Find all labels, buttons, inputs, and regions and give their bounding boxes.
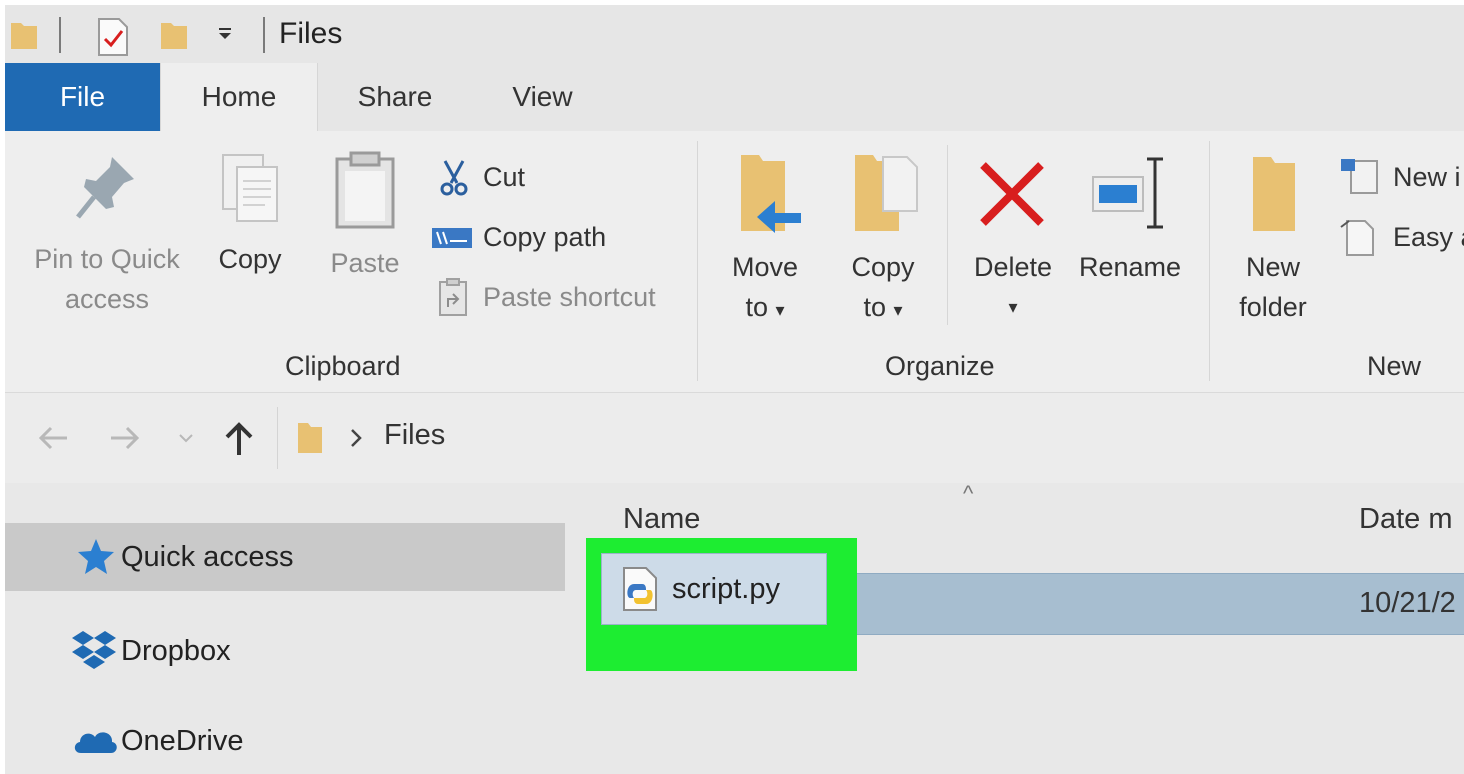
new-folder-icon [1253,157,1295,231]
navigation-bar: Files [5,393,1464,483]
ribbon-tabs: File Home Share View [5,63,1464,131]
back-arrow-icon[interactable] [35,423,71,453]
column-header-date-modified[interactable]: Date m [1359,503,1452,536]
paste-shortcut-button[interactable]: Paste shortcut [437,277,656,317]
easy-access-button[interactable]: Easy a [1339,217,1464,257]
group-label-organize: Organize [885,351,995,381]
file-date-modified: 10/21/2 [1359,587,1456,619]
chevron-down-icon: ▾ [893,300,903,320]
copy-icon [222,154,278,222]
window-title: Files [279,17,343,50]
pin-to-quick-access-button[interactable]: Pin to Quick access [19,151,195,319]
rename-icon [1092,157,1163,229]
onedrive-cloud-icon [74,732,117,753]
nav-item-dropbox[interactable]: Dropbox [5,617,565,685]
toolbar-separator [59,17,61,53]
delete-button[interactable]: Delete ▾ [961,151,1065,327]
file-name[interactable]: script.py [672,573,780,606]
tab-view[interactable]: View [485,63,600,131]
copy-to-icon [855,155,918,231]
folder-icon[interactable] [9,17,39,53]
column-header-name[interactable]: Name [623,503,700,536]
folder-icon [298,423,322,453]
nav-item-quick-access[interactable]: Quick access [5,523,565,591]
copy-path-icon [432,228,472,248]
cut-button[interactable]: Cut [437,157,525,197]
breadcrumb-files[interactable]: Files [384,419,445,452]
pin-icon [76,157,134,219]
new-folder-icon[interactable] [159,17,189,53]
ribbon-home: Pin to Quick access Copy Paste Cut Copy … [5,131,1464,393]
group-label-clipboard: Clipboard [285,351,401,381]
paste-shortcut-icon [439,278,467,316]
sort-ascending-icon: ^ [963,481,974,506]
chevron-down-icon: ▾ [1008,297,1018,317]
address-bar[interactable]: Files [277,407,1464,469]
dropbox-icon [72,631,116,669]
tab-share[interactable]: Share [335,63,455,131]
easy-access-icon [1340,220,1374,256]
table-row[interactable]: script.py [601,553,827,625]
paste-button[interactable]: Paste [323,151,407,283]
group-separator [1209,141,1210,381]
customize-toolbar-dropdown-icon[interactable] [217,27,233,41]
new-item-button[interactable]: New i [1339,157,1461,197]
paste-icon [335,151,395,229]
copy-to-button[interactable]: Copy to ▾ [833,151,933,330]
title-bar: Files [5,5,1464,63]
move-to-button[interactable]: Move to ▾ [715,151,815,330]
new-folder-button[interactable]: New folder [1223,151,1323,327]
navigation-pane: Quick access Dropbox OneDrive [5,483,571,774]
toolbar-separator [263,17,265,53]
copy-path-button[interactable]: Copy path [431,217,606,257]
tab-home[interactable]: Home [160,63,318,131]
python-file-icon [623,567,657,611]
delete-x-icon [980,162,1044,226]
up-arrow-icon[interactable] [221,419,257,457]
chevron-down-icon: ▾ [775,300,785,320]
nav-item-onedrive[interactable]: OneDrive [5,707,565,774]
tab-file[interactable]: File [5,63,160,131]
file-list: ^ Name Date m script.py 10/21/2 [571,481,1464,774]
file-explorer-window: Files File Home Share View Pin to Quick … [5,5,1464,774]
move-to-icon [741,155,801,233]
rename-button[interactable]: Rename [1075,151,1185,287]
group-separator [697,141,698,381]
properties-icon[interactable] [95,17,131,57]
organize-inner-separator [947,145,948,325]
breadcrumb-chevron-icon[interactable] [348,427,364,449]
new-item-icon [1341,159,1378,194]
group-label-new: New [1367,351,1422,381]
star-icon [78,539,114,574]
recent-locations-chevron-icon[interactable] [177,431,195,445]
scissors-icon [440,160,468,196]
forward-arrow-icon[interactable] [107,423,143,453]
copy-button[interactable]: Copy [205,151,295,279]
